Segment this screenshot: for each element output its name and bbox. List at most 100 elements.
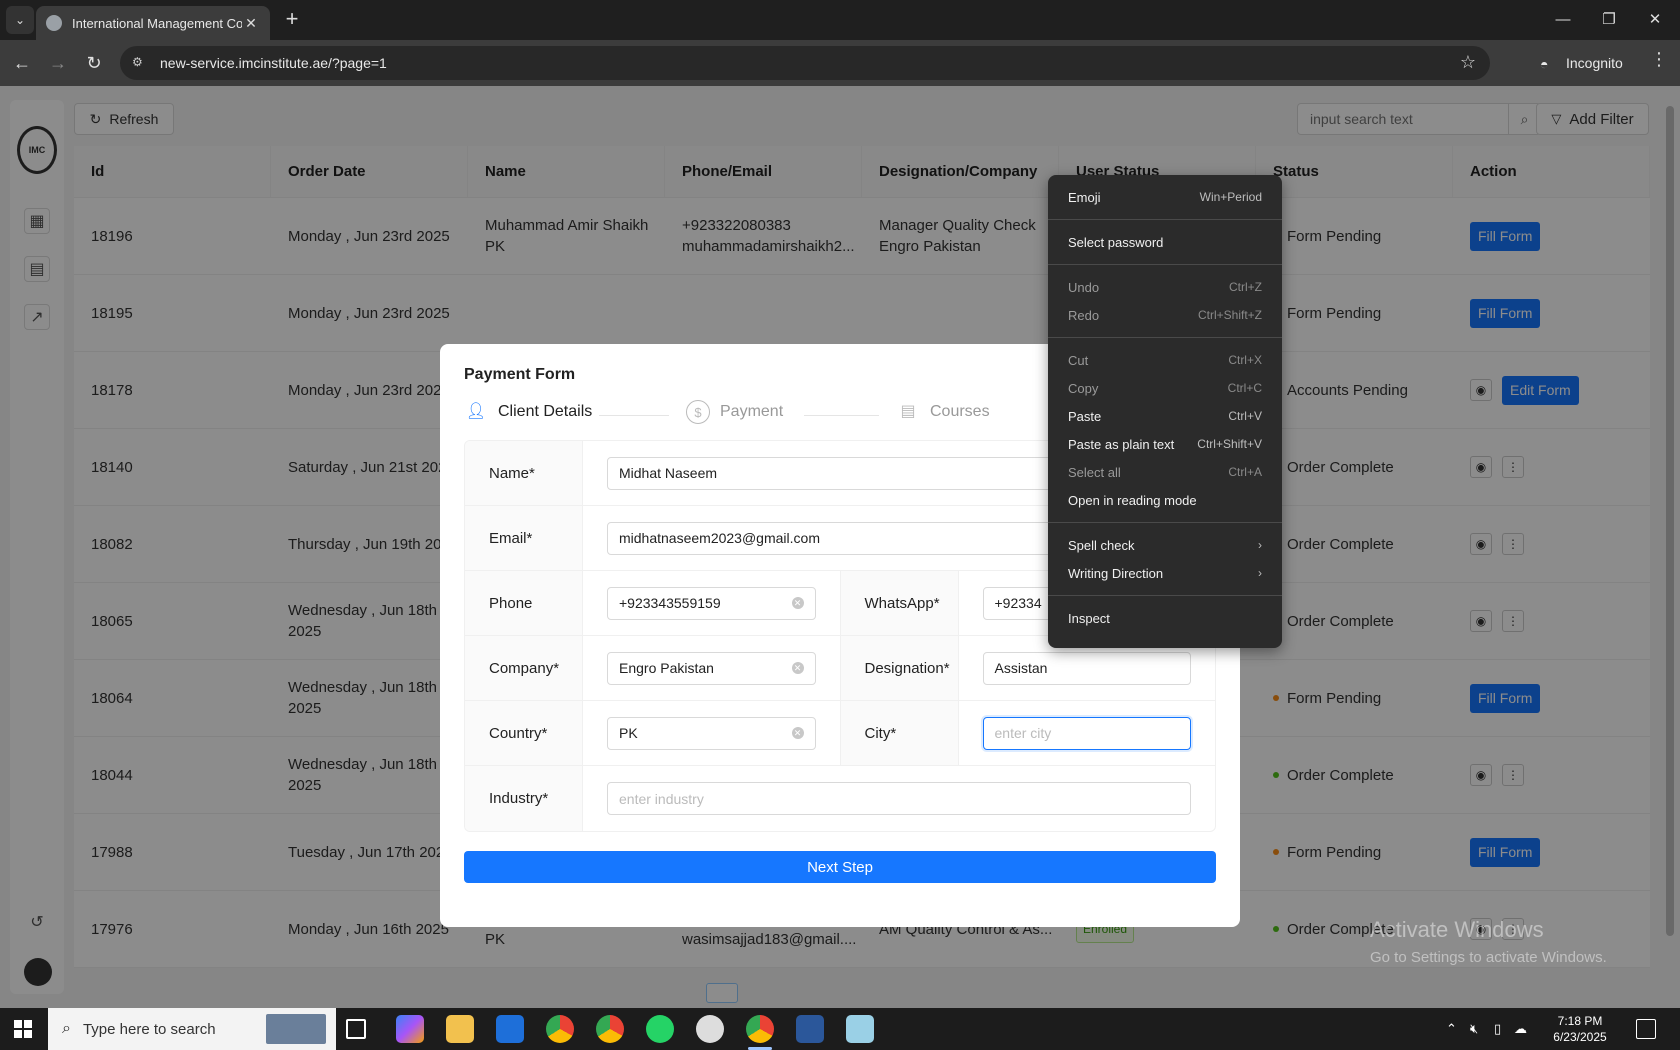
browser-tab[interactable]: International Management Con ✕ — [36, 6, 270, 40]
context-menu-item[interactable]: Select all Ctrl+A — [1048, 458, 1282, 486]
company-field[interactable]: Engro Pakistan ✕ — [607, 651, 816, 685]
clock-app-icon[interactable] — [696, 1015, 724, 1043]
context-menu-item[interactable]: Spell check › — [1048, 531, 1282, 559]
menu-item-label: Open in reading mode — [1068, 492, 1197, 508]
phone-field[interactable]: +923343559159 ✕ — [607, 586, 816, 620]
site-info-icon[interactable]: ⚙ — [132, 55, 148, 71]
app-icon[interactable] — [846, 1015, 874, 1043]
context-menu-item[interactable]: Redo Ctrl+Shift+Z — [1048, 301, 1282, 329]
menu-item-shortcut: Ctrl+X — [1228, 353, 1262, 367]
menu-item-label: Paste as plain text — [1068, 436, 1175, 452]
modal-title: Payment Form — [464, 366, 576, 383]
chrome-icon[interactable] — [546, 1015, 574, 1043]
context-menu-item[interactable]: Open in reading mode — [1048, 486, 1282, 514]
context-menu-item[interactable]: Undo Ctrl+Z — [1048, 273, 1282, 301]
industry-label: Industry* — [465, 766, 583, 831]
windows-taskbar: ⌕ Type here to search ⌃ 🔇︎ ▯ ☁ 7:18 PM 6… — [0, 1008, 1680, 1050]
menu-item-shortcut: Ctrl+Z — [1229, 280, 1262, 294]
context-menu-item[interactable]: Copy Ctrl+C — [1048, 374, 1282, 402]
industry-field[interactable]: enter industry — [607, 782, 1191, 815]
windows-logo-icon — [14, 1020, 32, 1038]
bookmark-star-icon[interactable]: ☆ — [1460, 52, 1476, 73]
network-icon[interactable]: ☁ — [1514, 1008, 1527, 1050]
country-value: PK — [619, 725, 638, 741]
context-menu-item[interactable]: Inspect — [1048, 604, 1282, 632]
phone-label: Phone — [465, 571, 583, 635]
city-field[interactable]: enter city — [982, 716, 1191, 750]
search-highlight-image — [266, 1014, 326, 1044]
context-menu-item[interactable]: Paste as plain text Ctrl+Shift+V — [1048, 430, 1282, 458]
browser-tab-strip: ⌄ International Management Con ✕ + — ❐ ✕ — [0, 0, 1680, 40]
industry-placeholder: enter industry — [619, 790, 704, 807]
reload-button[interactable]: ↻ — [80, 49, 108, 77]
chrome-incognito-icon[interactable] — [746, 1015, 774, 1043]
copilot-icon[interactable] — [396, 1015, 424, 1043]
name-label: Name* — [465, 441, 583, 505]
search-icon: ⌕ — [62, 1020, 71, 1037]
context-menu-item[interactable]: Select password — [1048, 228, 1282, 256]
context-menu-item[interactable]: Emoji Win+Period — [1048, 183, 1282, 211]
file-explorer-icon[interactable] — [446, 1015, 474, 1043]
forward-button[interactable]: → — [44, 49, 72, 77]
context-menu-item[interactable]: Cut Ctrl+X — [1048, 346, 1282, 374]
tab-close-icon[interactable]: ✕ — [242, 15, 260, 32]
city-placeholder: enter city — [994, 725, 1052, 741]
volume-muted-icon[interactable]: 🔇︎ — [1470, 1008, 1478, 1050]
menu-item-label: Spell check — [1068, 537, 1135, 553]
email-value: midhatnaseem2023@gmail.com — [619, 530, 820, 546]
menu-item-shortcut: › — [1258, 566, 1262, 580]
browser-toolbar: ← → ↻ ⚙ new-service.imcinstitute.ae/?pag… — [0, 40, 1680, 86]
battery-icon[interactable]: ▯ — [1494, 1008, 1501, 1050]
menu-item-shortcut: › — [1258, 538, 1262, 552]
context-menu: Emoji Win+Period Select password Undo Ctrl+Z… — [1048, 175, 1282, 648]
certificate-icon: ▤ — [900, 403, 916, 420]
menu-item-shortcut: Ctrl+Shift+V — [1197, 437, 1262, 451]
minimize-button[interactable]: — — [1540, 6, 1586, 34]
context-menu-item[interactable]: Writing Direction › — [1048, 559, 1282, 587]
notification-icon[interactable] — [1636, 1019, 1656, 1039]
context-menu-item[interactable]: Paste Ctrl+V — [1048, 402, 1282, 430]
menu-separator — [1048, 219, 1282, 220]
watermark-subtitle: Go to Settings to activate Windows. — [1370, 949, 1607, 966]
step-courses[interactable]: ▤ Courses — [896, 400, 989, 424]
menu-item-label: Redo — [1068, 307, 1100, 323]
app-icon[interactable] — [496, 1015, 524, 1043]
back-button[interactable]: ← — [8, 49, 36, 77]
next-step-button[interactable]: Next Step — [464, 851, 1216, 883]
step-payment[interactable]: $ Payment — [686, 400, 783, 424]
tab-favicon-icon — [46, 15, 62, 31]
chevron-up-icon[interactable]: ⌃ — [1446, 1008, 1457, 1050]
menu-separator — [1048, 595, 1282, 596]
step-label: Payment — [720, 403, 784, 420]
incognito-indicator[interactable]: ◓ Incognito — [1540, 49, 1623, 77]
window-close-button[interactable]: ✕ — [1632, 6, 1678, 34]
browser-menu-icon[interactable]: ⋮ — [1650, 49, 1668, 70]
clear-icon[interactable]: ✕ — [791, 662, 804, 674]
menu-item-shortcut: Win+Period — [1199, 190, 1262, 204]
menu-separator — [1048, 337, 1282, 338]
name-value: Midhat Naseem — [619, 465, 718, 481]
tab-search-button[interactable]: ⌄ — [6, 6, 34, 34]
start-button[interactable] — [0, 1008, 46, 1050]
company-value: Engro Pakistan — [619, 660, 714, 676]
chrome-icon[interactable] — [596, 1015, 624, 1043]
system-clock[interactable]: 7:18 PM 6/23/2025 — [1540, 1013, 1620, 1045]
restore-button[interactable]: ❐ — [1586, 6, 1632, 34]
whatsapp-icon[interactable] — [646, 1015, 674, 1043]
url-text: new-service.imcinstitute.ae/?page=1 — [160, 55, 387, 71]
country-select[interactable]: PK ✕ — [607, 716, 816, 750]
address-bar[interactable]: ⚙ new-service.imcinstitute.ae/?page=1 ☆ — [120, 46, 1490, 80]
new-tab-button[interactable]: + — [280, 8, 304, 32]
word-icon[interactable] — [796, 1015, 824, 1043]
menu-item-label: Copy — [1068, 380, 1099, 396]
menu-item-label: Writing Direction — [1068, 565, 1164, 581]
step-client-details[interactable]: 👤︎ Client Details — [464, 400, 592, 424]
task-view-icon[interactable] — [346, 1019, 366, 1039]
whatsapp-value: +92334 — [994, 595, 1042, 611]
user-icon: 👤︎ — [465, 403, 487, 420]
whatsapp-label: WhatsApp* — [840, 571, 959, 635]
clear-icon[interactable]: ✕ — [791, 727, 804, 739]
designation-field[interactable]: Assistan — [982, 651, 1191, 685]
clear-icon[interactable]: ✕ — [791, 597, 804, 609]
menu-item-shortcut: Ctrl+Shift+Z — [1197, 308, 1262, 322]
